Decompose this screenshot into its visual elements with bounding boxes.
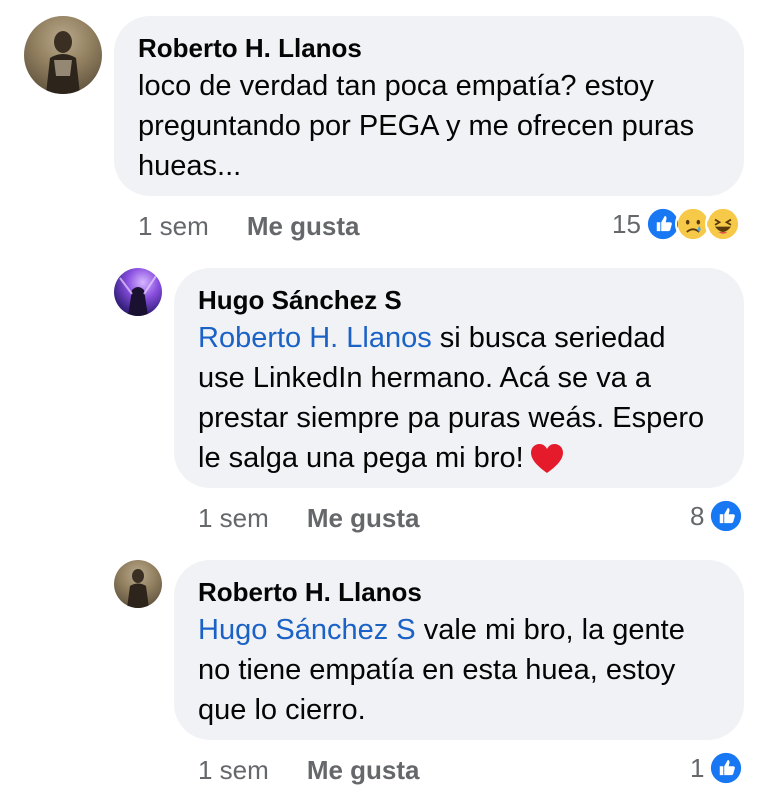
comment-author[interactable]: Roberto H. Llanos bbox=[138, 32, 720, 64]
comment-author[interactable]: Hugo Sánchez S bbox=[198, 284, 720, 316]
like-button[interactable]: Me gusta bbox=[307, 503, 420, 534]
reaction-summary[interactable]: 1 bbox=[690, 748, 745, 788]
comment-bubble: Hugo Sánchez S Roberto H. Llanos si busc… bbox=[174, 268, 744, 488]
mention-link[interactable]: Hugo Sánchez S bbox=[198, 614, 416, 646]
reaction-summary[interactable]: 8 bbox=[690, 496, 745, 536]
comment-text-rest: no tiene empatía en esta huea, estoy que… bbox=[198, 654, 676, 726]
like-button[interactable]: Me gusta bbox=[247, 211, 360, 242]
like-button[interactable]: Me gusta bbox=[307, 755, 420, 786]
comment-actions: 1 sem Me gusta bbox=[138, 206, 360, 246]
comment-text: loco de verdad tan poca empatía? estoy p… bbox=[138, 70, 695, 182]
comment-text: Hugo Sánchez S vale mi bro, la gente no t… bbox=[198, 610, 720, 730]
comment-1: Roberto H. Llanos loco de verdad tan poc… bbox=[0, 0, 768, 250]
comment-bubble: Roberto H. Llanos loco de verdad tan poc… bbox=[114, 16, 744, 196]
comment-time[interactable]: 1 sem bbox=[198, 503, 269, 534]
reaction-summary[interactable]: 15 bbox=[612, 204, 741, 244]
comment-time[interactable]: 1 sem bbox=[138, 211, 209, 242]
comment-actions: 1 sem Me gusta bbox=[198, 750, 420, 790]
avatar-photo-icon bbox=[127, 569, 149, 608]
comment-author[interactable]: Roberto H. Llanos bbox=[198, 576, 720, 608]
like-icon bbox=[708, 498, 745, 534]
avatar-photo-icon bbox=[119, 275, 157, 316]
avatar[interactable] bbox=[114, 268, 162, 316]
avatar-photo-icon bbox=[46, 31, 80, 94]
comment-3: Roberto H. Llanos Hugo Sánchez S vale mi… bbox=[0, 542, 768, 800]
heart-emoji-icon bbox=[530, 444, 563, 474]
comment-time[interactable]: 1 sem bbox=[198, 755, 269, 786]
like-icon bbox=[708, 750, 745, 786]
comment-2: Hugo Sánchez S Roberto H. Llanos si busc… bbox=[0, 250, 768, 542]
avatar[interactable] bbox=[114, 560, 162, 608]
reaction-count: 1 bbox=[690, 752, 705, 783]
reaction-count: 15 bbox=[612, 208, 641, 239]
comment-text-line: vale mi bro, la gente bbox=[415, 614, 685, 646]
comment-bubble: Roberto H. Llanos Hugo Sánchez S vale mi… bbox=[174, 560, 744, 740]
comment-text-line: si busca seriedad bbox=[431, 322, 666, 354]
comment-actions: 1 sem Me gusta bbox=[198, 498, 420, 538]
reaction-count: 8 bbox=[690, 500, 705, 531]
avatar[interactable] bbox=[24, 16, 102, 94]
mention-link[interactable]: Roberto H. Llanos bbox=[198, 322, 432, 354]
comment-text: Roberto H. Llanos si busca seriedad use L… bbox=[198, 318, 720, 478]
comment-text-rest: use LinkedIn hermano. Acá se va a presta… bbox=[198, 362, 705, 474]
haha-icon bbox=[704, 206, 741, 242]
